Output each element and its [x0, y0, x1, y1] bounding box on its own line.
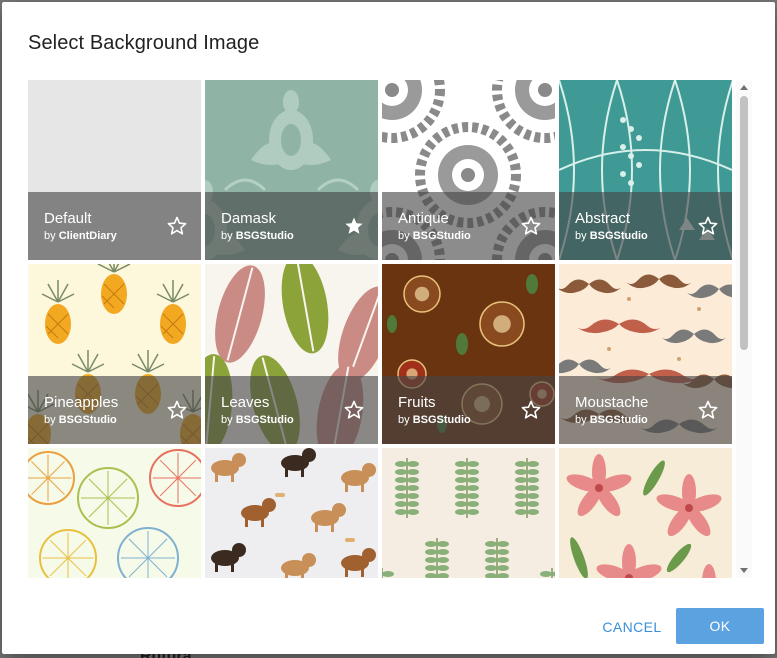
star-filled-icon[interactable] [344, 216, 364, 236]
star-outline-icon[interactable] [698, 400, 718, 420]
tile-author-prefix: by [44, 230, 56, 242]
star-outline-icon[interactable] [521, 216, 541, 236]
tile-name: Moustache [575, 394, 649, 411]
tile-pattern-image [28, 448, 201, 578]
tile-author-prefix: by [221, 230, 233, 242]
tile-name: Default [44, 210, 92, 227]
dialog-title: Select Background Image [28, 32, 260, 54]
tile-name: Antique [398, 210, 449, 227]
scroll-up-arrow-icon[interactable] [740, 85, 748, 90]
tile-pattern-image [205, 448, 378, 578]
background-tile-citrus[interactable] [28, 448, 201, 578]
tile-name: Pineapples [44, 394, 119, 411]
tile-name: Abstract [575, 210, 631, 227]
cancel-button[interactable]: CANCEL [598, 612, 666, 642]
tile-caption: Default by ClientDiary [28, 192, 201, 260]
tile-author-prefix: by [575, 414, 587, 426]
scroll-down-arrow-icon[interactable] [740, 568, 748, 573]
star-outline-icon[interactable] [521, 400, 541, 420]
tile-pattern-image [382, 448, 555, 578]
tile-author-prefix: by [398, 230, 410, 242]
tile-caption: Antique by BSGStudio [382, 192, 555, 260]
tile-author-prefix: by [44, 414, 56, 426]
image-grid: Default by ClientDiary Damask by BSGStudio [28, 80, 734, 578]
ok-button[interactable]: OK [676, 608, 764, 644]
background-tile-pineapples[interactable]: Pineapples by BSGStudio [28, 264, 201, 444]
tile-author-line: by BSGStudio [575, 230, 648, 242]
tile-name: Leaves [221, 394, 270, 411]
background-tile-leaves[interactable]: Leaves by BSGStudio [205, 264, 378, 444]
tile-author-line: by BSGStudio [221, 230, 294, 242]
tile-author: BSGStudio [589, 230, 648, 242]
background-tile-lilies[interactable] [559, 448, 732, 578]
tile-author: BSGStudio [412, 414, 471, 426]
select-background-dialog: Select Background Image Default by Client… [2, 2, 775, 654]
tile-author-line: by BSGStudio [44, 414, 117, 426]
tile-caption: Leaves by BSGStudio [205, 376, 378, 444]
tile-author-line: by BSGStudio [221, 414, 294, 426]
tile-author-prefix: by [221, 414, 233, 426]
tile-caption: Pineapples by BSGStudio [28, 376, 201, 444]
grid-scrollbar[interactable] [736, 80, 752, 578]
background-tile-dogs[interactable] [205, 448, 378, 578]
tile-author: BSGStudio [58, 414, 117, 426]
tile-author-line: by BSGStudio [575, 414, 648, 426]
tile-author: ClientDiary [58, 230, 117, 242]
tile-caption: Abstract by BSGStudio [559, 192, 732, 260]
tile-author: BSGStudio [412, 230, 471, 242]
tile-name: Fruits [398, 394, 436, 411]
background-tile-moustache[interactable]: Moustache by BSGStudio [559, 264, 732, 444]
tile-pattern-image [559, 448, 732, 578]
background-tile-antique[interactable]: Antique by BSGStudio [382, 80, 555, 260]
tile-caption: Moustache by BSGStudio [559, 376, 732, 444]
star-outline-icon[interactable] [698, 216, 718, 236]
tile-author-line: by ClientDiary [44, 230, 117, 242]
background-tile-fruits[interactable]: Fruits by BSGStudio [382, 264, 555, 444]
tile-author-prefix: by [575, 230, 587, 242]
background-tile-damask[interactable]: Damask by BSGStudio [205, 80, 378, 260]
star-outline-icon[interactable] [167, 216, 187, 236]
image-grid-viewport: Default by ClientDiary Damask by BSGStudio [28, 80, 752, 578]
tile-author-line: by BSGStudio [398, 230, 471, 242]
scrollbar-thumb[interactable] [740, 96, 748, 350]
tile-author: BSGStudio [235, 230, 294, 242]
background-tile-default[interactable]: Default by ClientDiary [28, 80, 201, 260]
tile-author: BSGStudio [235, 414, 294, 426]
tile-caption: Damask by BSGStudio [205, 192, 378, 260]
tile-caption: Fruits by BSGStudio [382, 376, 555, 444]
tile-author-prefix: by [398, 414, 410, 426]
star-outline-icon[interactable] [344, 400, 364, 420]
tile-author: BSGStudio [589, 414, 648, 426]
tile-author-line: by BSGStudio [398, 414, 471, 426]
star-outline-icon[interactable] [167, 400, 187, 420]
background-tile-sprigs[interactable] [382, 448, 555, 578]
tile-name: Damask [221, 210, 277, 227]
background-tile-abstract[interactable]: Abstract by BSGStudio [559, 80, 732, 260]
